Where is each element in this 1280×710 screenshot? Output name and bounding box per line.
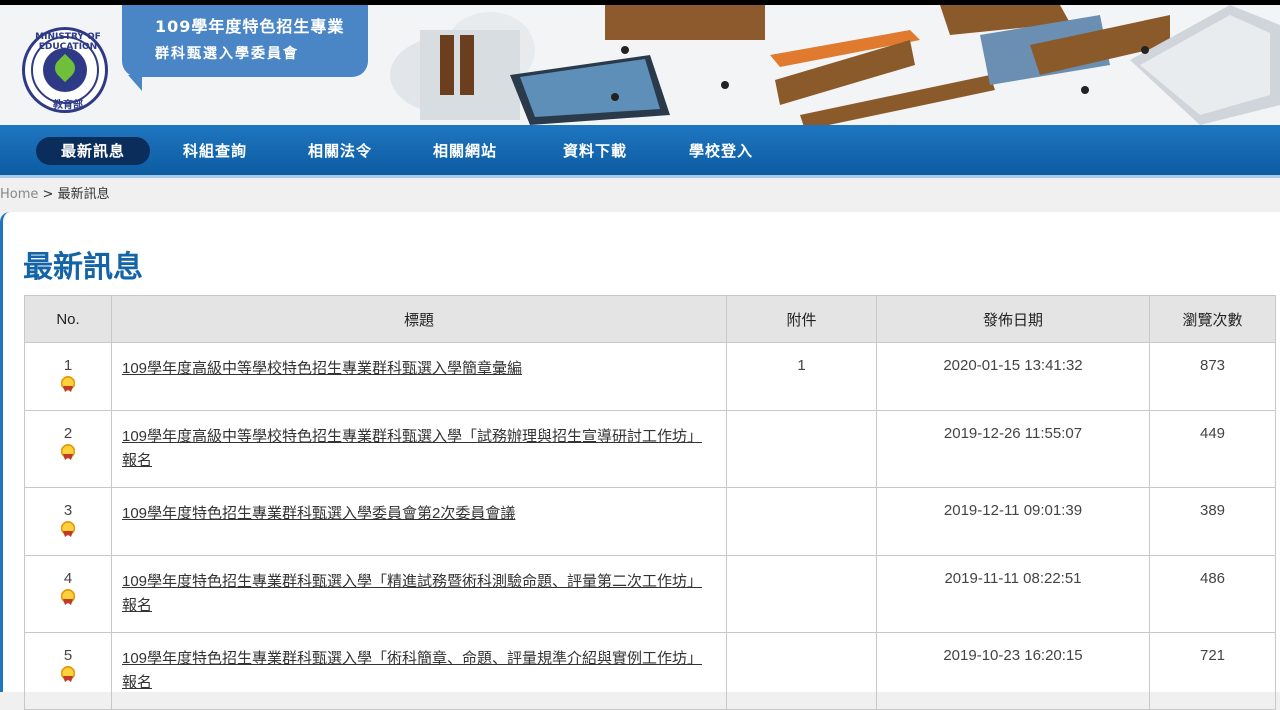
table-row: 2 109學年度高級中等學校特色招生專業群科甄選入學「試務辦理與招生宣導研討工作…: [24, 410, 1276, 488]
nav-item-downloads[interactable]: 資料下載: [540, 137, 650, 165]
row-attachment-cell: [726, 632, 877, 710]
row-number-cell: 3: [24, 487, 112, 556]
column-header-views: 瀏覽次數: [1149, 295, 1276, 343]
row-number: 3: [63, 502, 73, 519]
nav-item-course-search[interactable]: 科組查詢: [160, 137, 270, 165]
site-title-line1: 109學年度特色招生專業: [155, 17, 345, 36]
column-header-date: 發佈日期: [876, 295, 1150, 343]
bookshelf-left-2: [460, 35, 474, 95]
news-title-link[interactable]: 109學年度特色招生專業群科甄選入學「精進試務暨術科測驗命題、評量第二次工作坊」…: [122, 573, 702, 614]
row-number: 4: [63, 570, 73, 587]
row-number: 5: [63, 647, 73, 664]
row-views-cell: 486: [1149, 555, 1276, 633]
news-title-link[interactable]: 109學年度特色招生專業群科甄選入學委員會第2次委員會議: [122, 505, 515, 522]
row-views-cell: 389: [1149, 487, 1276, 556]
person-figure: [1141, 46, 1149, 54]
news-title-link[interactable]: 109學年度高級中等學校特色招生專業群科甄選入學簡章彙編: [122, 360, 522, 377]
moe-logo[interactable]: MINISTRY OF EDUCATION 教育部: [22, 27, 108, 113]
breadcrumb-separator: >: [38, 187, 58, 202]
row-number-cell: 5: [24, 632, 112, 710]
row-title-cell: 109學年度高級中等學校特色招生專業群科甄選入學簡章彙編: [111, 342, 727, 411]
row-attachment-cell: [726, 555, 877, 633]
nav-bottom-line: [0, 175, 1280, 178]
row-date-cell: 2019-10-23 16:20:15: [876, 632, 1150, 710]
person-figure: [1081, 86, 1089, 94]
content-panel: 最新訊息 No. 標題 附件 發佈日期 瀏覽次數 1 109學年度高級中等學校特…: [0, 212, 1280, 710]
library-illustration: [390, 5, 1280, 125]
row-number-cell: 1: [24, 342, 112, 411]
table-row: 4 109學年度特色招生專業群科甄選入學「精進試務暨術科測驗命題、評量第二次工作…: [24, 555, 1276, 633]
bookshelf-left: [440, 35, 454, 95]
featured-medal-icon: [60, 376, 76, 392]
table-header-row: No. 標題 附件 發佈日期 瀏覽次數: [24, 295, 1276, 343]
row-attachment-cell: 1: [726, 342, 877, 411]
row-attachment-cell: [726, 487, 877, 556]
column-header-attachment: 附件: [726, 295, 877, 343]
person-figure: [611, 93, 619, 101]
page-title: 最新訊息: [23, 250, 143, 285]
person-figure: [621, 46, 629, 54]
row-date-cell: 2019-12-26 11:55:07: [876, 410, 1150, 488]
logo-bottom-text: 教育部: [53, 100, 83, 111]
nav-item-school-login[interactable]: 學校登入: [666, 137, 776, 165]
featured-medal-icon: [60, 589, 76, 605]
tablet-screen: [520, 59, 660, 117]
row-number: 1: [63, 357, 73, 374]
featured-medal-icon: [60, 521, 76, 537]
nav-item-related-sites[interactable]: 相關網站: [410, 137, 520, 165]
site-banner: MINISTRY OF EDUCATION 教育部 109學年度特色招生專業 群…: [0, 5, 1280, 125]
main-nav: 最新訊息 科組查詢 相關法令 相關網站 資料下載 學校登入: [0, 125, 1280, 178]
row-number-cell: 2: [24, 410, 112, 488]
site-title-line2: 群科甄選入學委員會: [155, 46, 299, 62]
row-date-cell: 2019-12-11 09:01:39: [876, 487, 1150, 556]
table-row: 1 109學年度高級中等學校特色招生專業群科甄選入學簡章彙編 1 2020-01…: [24, 342, 1276, 411]
row-number: 2: [63, 425, 73, 442]
table-row: 3 109學年度特色招生專業群科甄選入學委員會第2次委員會議 2019-12-1…: [24, 487, 1276, 556]
row-views-cell: 873: [1149, 342, 1276, 411]
row-title-cell: 109學年度特色招生專業群科甄選入學「精進試務暨術科測驗命題、評量第二次工作坊」…: [111, 555, 727, 633]
nav-item-news[interactable]: 最新訊息: [36, 137, 150, 165]
tables: [605, 5, 765, 40]
site-title-bubble: 109學年度特色招生專業 群科甄選入學委員會: [122, 5, 368, 91]
breadcrumb: Home > 最新訊息: [0, 178, 1280, 212]
breadcrumb-current: 最新訊息: [57, 187, 110, 202]
row-number-cell: 4: [24, 555, 112, 633]
column-header-title: 標題: [111, 295, 727, 343]
row-attachment-cell: [726, 410, 877, 488]
nav-item-regulations[interactable]: 相關法令: [285, 137, 395, 165]
row-title-cell: 109學年度高級中等學校特色招生專業群科甄選入學「試務辦理與招生宣導研討工作坊」…: [111, 410, 727, 488]
row-views-cell: 721: [1149, 632, 1276, 710]
row-title-cell: 109學年度特色招生專業群科甄選入學「術科簡章、命題、評量規準介紹與實例工作坊」…: [111, 632, 727, 710]
row-title-cell: 109學年度特色招生專業群科甄選入學委員會第2次委員會議: [111, 487, 727, 556]
table-row: 5 109學年度特色招生專業群科甄選入學「術科簡章、命題、評量規準介紹與實例工作…: [24, 632, 1276, 710]
news-title-link[interactable]: 109學年度特色招生專業群科甄選入學「術科簡章、命題、評量規準介紹與實例工作坊」…: [122, 650, 702, 691]
column-header-no: No.: [24, 295, 112, 343]
featured-medal-icon: [60, 666, 76, 682]
person-figure: [721, 81, 729, 89]
breadcrumb-home-link[interactable]: Home: [0, 187, 38, 202]
row-date-cell: 2020-01-15 13:41:32: [876, 342, 1150, 411]
news-title-link[interactable]: 109學年度高級中等學校特色招生專業群科甄選入學「試務辦理與招生宣導研討工作坊」…: [122, 428, 702, 469]
row-views-cell: 449: [1149, 410, 1276, 488]
featured-medal-icon: [60, 444, 76, 460]
logo-top-text: MINISTRY OF EDUCATION: [35, 32, 101, 52]
news-table: No. 標題 附件 發佈日期 瀏覽次數 1 109學年度高級中等學校特色招生專業…: [24, 295, 1276, 710]
row-date-cell: 2019-11-11 08:22:51: [876, 555, 1150, 633]
